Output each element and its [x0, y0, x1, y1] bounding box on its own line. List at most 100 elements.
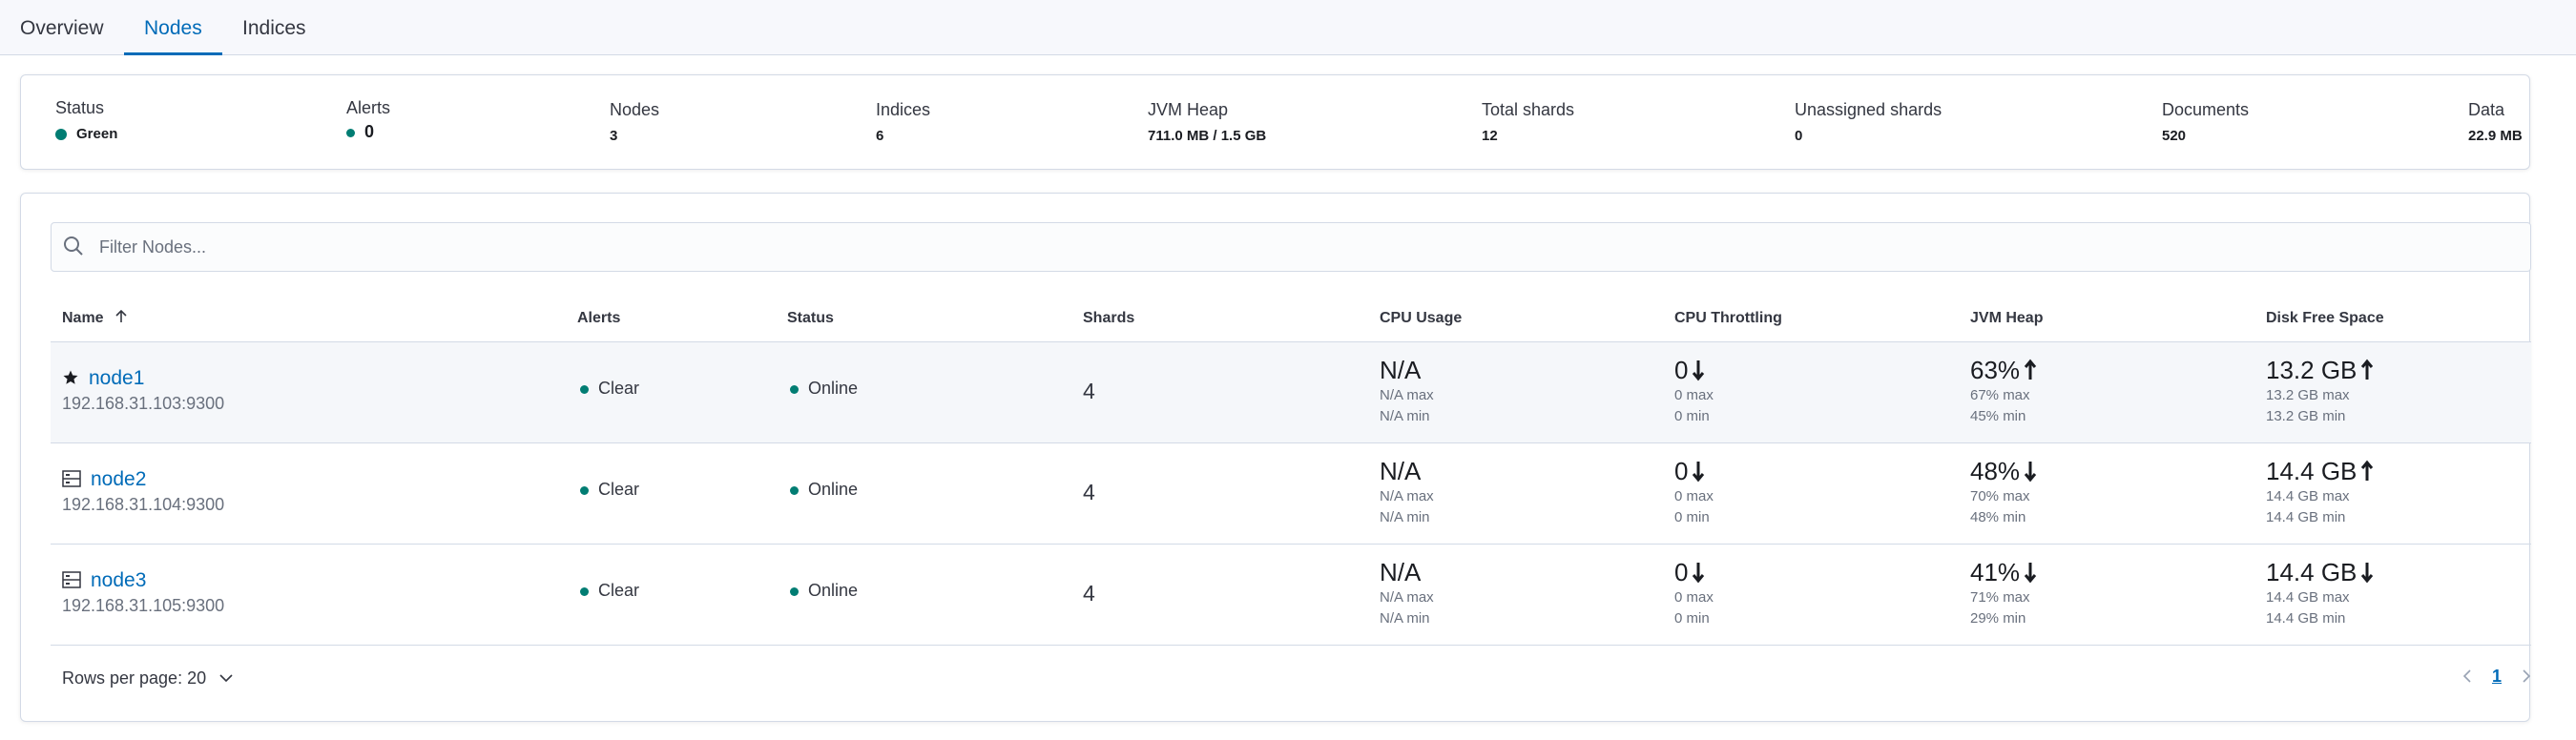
node-ip: 192.168.31.103:9300	[62, 394, 225, 413]
node-shards: 4	[1083, 480, 1095, 504]
cpu-usage-max: N/A max	[1380, 589, 1434, 606]
cpu-throttling-min: 0 min	[1674, 610, 1710, 627]
jvm-heap-value: 41%	[1970, 558, 2021, 586]
column-header-name[interactable]: Name	[62, 309, 129, 327]
disk-free-min: 14.4 GB min	[2266, 509, 2346, 525]
summary-status-value: Green	[76, 126, 118, 142]
column-header-shards[interactable]: Shards	[1083, 310, 1134, 327]
summary-unassigned-shards: Unassigned shards 0	[1795, 100, 1942, 144]
filter-nodes-input[interactable]	[99, 223, 2484, 271]
arrow-down-icon	[2020, 457, 2037, 485]
tab-nodes[interactable]: Nodes	[124, 0, 222, 55]
cpu-throttling-max: 0 max	[1674, 589, 1714, 606]
disk-free-max: 13.2 GB max	[2266, 387, 2350, 403]
disk-free-value: 14.4 GB	[2266, 558, 2358, 586]
disk-free-max: 14.4 GB max	[2266, 589, 2350, 606]
jvm-heap-value: 48%	[1970, 457, 2021, 485]
summary-alerts-value[interactable]: 0	[364, 122, 374, 141]
jvm-heap-max: 71% max	[1970, 589, 2030, 606]
arrow-down-icon	[1688, 558, 1705, 586]
summary-total-shards: Total shards 12	[1482, 100, 1574, 144]
online-dot	[790, 485, 799, 495]
cpu-usage-min: N/A min	[1380, 610, 1430, 627]
node-ip: 192.168.31.104:9300	[62, 495, 225, 514]
arrow-down-icon	[2357, 558, 2374, 586]
arrow-down-icon	[2020, 558, 2037, 586]
disk-free-value: 13.2 GB	[2266, 356, 2358, 384]
summary-jvm-heap-value: 711.0 MB / 1.5 GB	[1148, 128, 1267, 144]
cpu-throttling-max: 0 max	[1674, 387, 1714, 403]
table-header: Name Alerts Status Shards CPU Usage CPU …	[51, 297, 2531, 342]
summary-documents-value: 520	[2162, 128, 2187, 144]
jvm-heap-min: 45% min	[1970, 408, 2026, 424]
column-header-disk-free-space[interactable]: Disk Free Space	[2266, 310, 2384, 327]
cpu-usage-max: N/A max	[1380, 488, 1434, 504]
alert-clear-dot	[580, 384, 589, 394]
summary-nodes-label: Nodes	[610, 100, 660, 119]
cpu-usage-value: N/A	[1380, 558, 1422, 586]
jvm-heap-min: 29% min	[1970, 610, 2026, 627]
tab-indices[interactable]: Indices	[242, 0, 306, 55]
chevron-right-icon[interactable]	[2522, 667, 2531, 686]
node-ip: 192.168.31.105:9300	[62, 596, 225, 615]
tab-overview[interactable]: Overview	[20, 0, 104, 55]
node-shards: 4	[1083, 581, 1095, 606]
tab-bar: Overview Nodes Indices	[0, 0, 2576, 55]
cpu-usage-min: N/A min	[1380, 408, 1430, 424]
node-alerts-status: Clear	[598, 480, 640, 499]
arrow-up-icon	[2357, 457, 2374, 485]
page-number-button[interactable]: 1	[2492, 667, 2502, 686]
cluster-summary-panel: Status Green Alerts 0 Nodes 3 Indices 6 …	[20, 74, 2530, 170]
summary-data: Data 22.9 MB	[2468, 100, 2523, 144]
filter-bar	[51, 222, 2531, 272]
summary-nodes: Nodes 3	[610, 100, 659, 144]
node-shards: 4	[1083, 379, 1095, 403]
cpu-throttling-min: 0 min	[1674, 408, 1710, 424]
cpu-usage-max: N/A max	[1380, 387, 1434, 403]
rows-per-page-button[interactable]: Rows per page: 20	[62, 668, 234, 689]
cpu-throttling-max: 0 max	[1674, 488, 1714, 504]
cpu-usage-value: N/A	[1380, 457, 1422, 485]
summary-data-value: 22.9 MB	[2468, 128, 2523, 144]
column-header-name-label: Name	[62, 310, 104, 326]
disk-free-value: 14.4 GB	[2266, 457, 2358, 485]
column-header-cpu-throttling[interactable]: CPU Throttling	[1674, 310, 1782, 327]
jvm-heap-max: 67% max	[1970, 387, 2030, 403]
star-icon	[62, 370, 89, 388]
alert-clear-dot	[580, 586, 589, 596]
disk-free-min: 14.4 GB min	[2266, 610, 2346, 627]
summary-status: Status Green	[55, 98, 117, 142]
node-online-status: Online	[808, 480, 859, 499]
chevron-left-icon[interactable]	[2462, 667, 2472, 686]
node-alerts-status: Clear	[598, 379, 640, 398]
rows-per-page-label: Rows per page: 20	[62, 668, 207, 688]
alert-clear-dot	[580, 485, 589, 495]
online-dot	[790, 586, 799, 596]
column-header-cpu-usage[interactable]: CPU Usage	[1380, 310, 1462, 327]
arrow-up-icon	[2020, 356, 2037, 384]
summary-indices: Indices 6	[876, 100, 930, 144]
arrow-down-icon	[1688, 356, 1705, 384]
cpu-usage-value: N/A	[1380, 356, 1422, 384]
table-footer: Rows per page: 20 1	[51, 651, 2531, 709]
node-name-link[interactable]: node2	[91, 468, 146, 490]
column-header-status[interactable]: Status	[787, 310, 834, 327]
node-name-link[interactable]: node3	[91, 569, 146, 591]
pagination: 1	[2462, 667, 2531, 687]
summary-alerts-label: Alerts	[346, 98, 391, 117]
node-online-status: Online	[808, 581, 859, 600]
arrow-down-icon	[1688, 457, 1705, 485]
cpu-throttling-min: 0 min	[1674, 509, 1710, 525]
node-name-link[interactable]: node1	[89, 367, 144, 389]
arrow-up-icon	[2357, 356, 2374, 384]
chevron-down-icon	[211, 668, 234, 688]
server-icon	[62, 470, 91, 489]
summary-documents-label: Documents	[2162, 100, 2250, 119]
jvm-heap-min: 48% min	[1970, 509, 2026, 525]
jvm-heap-value: 63%	[1970, 356, 2021, 384]
summary-indices-label: Indices	[876, 100, 931, 119]
column-header-jvm-heap[interactable]: JVM Heap	[1970, 310, 2043, 327]
cpu-throttling-value: 0	[1674, 457, 1689, 485]
summary-unassigned-shards-value: 0	[1795, 128, 1803, 144]
column-header-alerts[interactable]: Alerts	[577, 310, 620, 327]
